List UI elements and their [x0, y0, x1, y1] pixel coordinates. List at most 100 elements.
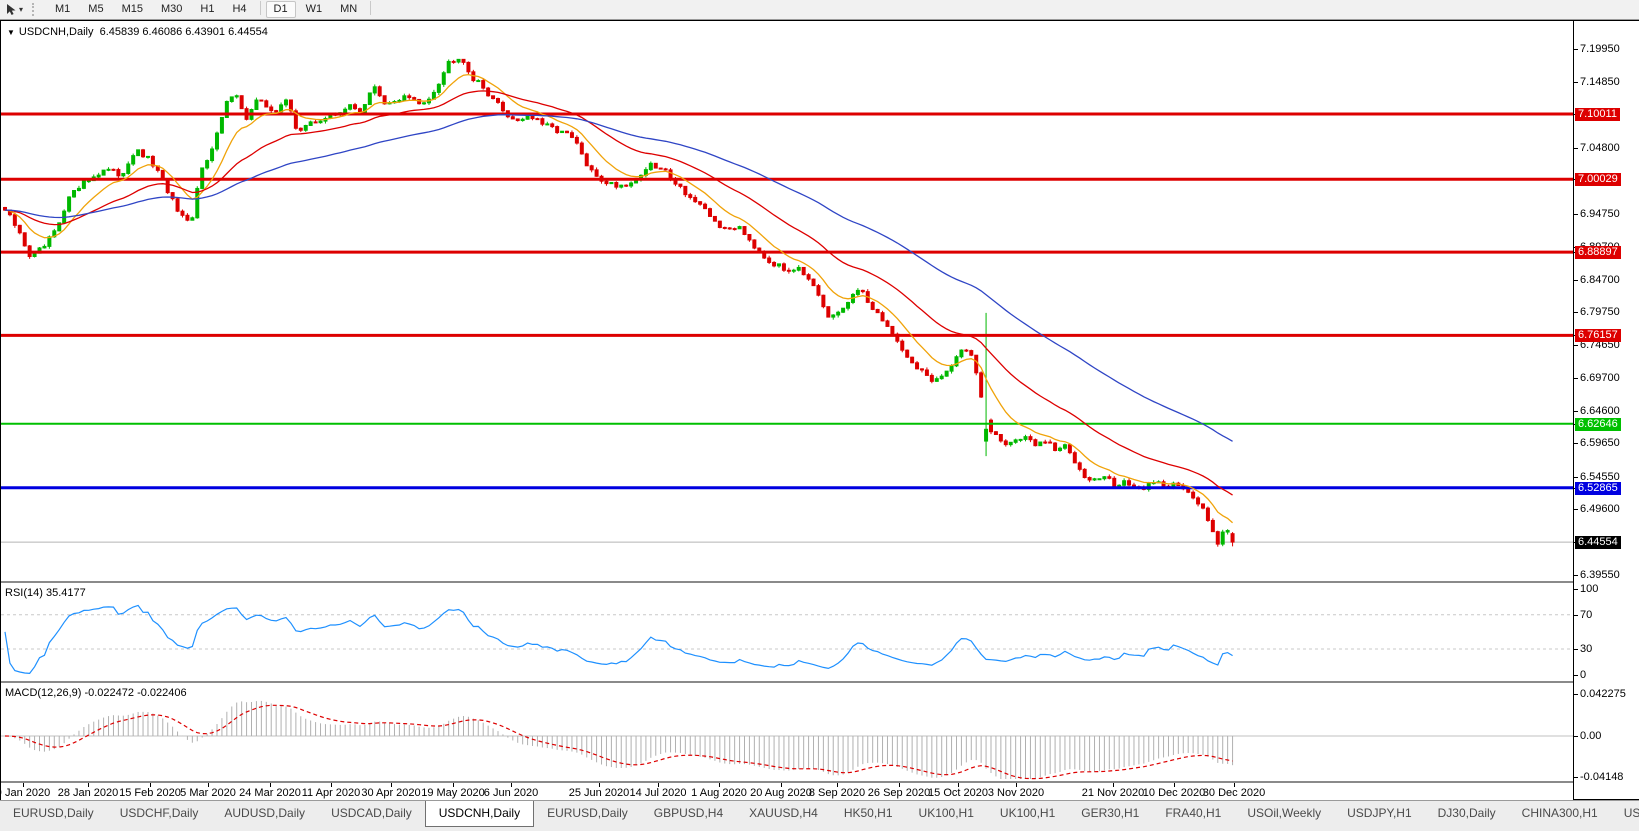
price-axis-tick [1574, 82, 1578, 83]
candle-body [1028, 436, 1033, 441]
candle-body [303, 124, 308, 131]
candle-body [367, 92, 372, 106]
candle-body [658, 167, 663, 170]
chart-tab-fra40-h1[interactable]: FRA40,H1 [1152, 801, 1234, 827]
candle-body [476, 80, 481, 83]
candle-body [22, 232, 27, 247]
date-axis-label: 26 Sep 2020 [867, 787, 931, 799]
candle-body [767, 257, 772, 263]
timeframe-button-M30[interactable]: M30 [153, 1, 190, 18]
chart-tab-audusd-daily[interactable]: AUDUSD,Daily [211, 801, 318, 827]
chart-tab-china300-h1[interactable]: CHINA300,H1 [1509, 801, 1611, 827]
main-price-chart[interactable] [1, 21, 1573, 581]
candle-body [663, 168, 668, 171]
candle-body [791, 269, 796, 272]
price-axis-tick [1574, 694, 1578, 695]
toolbar-grip[interactable] [32, 3, 38, 16]
timeframe-button-M1[interactable]: M1 [47, 1, 78, 18]
candle-body [648, 162, 653, 171]
trading-terminal-window: ▾ M1 M5 M15 M30 H1 H4 D1 W1 MN ▼ USDCNH,Daily 6.4… [0, 0, 1639, 831]
candle-body [806, 274, 811, 280]
chart-tab-uk100-h1[interactable]: UK100,H1 [906, 801, 987, 827]
candle-body [934, 378, 939, 382]
candle-body [752, 239, 757, 249]
candle-body [998, 434, 1003, 442]
candle-body [298, 127, 303, 131]
timeframe-button-D1[interactable]: D1 [265, 1, 296, 18]
candle-body [1058, 447, 1063, 451]
chart-tab-ger30-h1[interactable]: GER30,H1 [1068, 801, 1152, 827]
moving-average-slow[interactable] [4, 114, 1233, 442]
candle-body [742, 226, 747, 235]
candle-body [274, 110, 279, 113]
timeframe-button-M5[interactable]: M5 [80, 1, 111, 18]
chart-tab-usdcad-daily[interactable]: USDCAD,Daily [318, 801, 425, 827]
date-axis-label: 9 Jan 2020 [0, 787, 51, 799]
collapse-chart-icon[interactable]: ▼ [7, 28, 15, 37]
chart-tab-dj30-daily[interactable]: DJ30,Daily [1425, 801, 1509, 827]
moving-average-mid[interactable] [4, 90, 1233, 496]
chart-tab-xauusd-h4[interactable]: XAUUSD,H4 [736, 801, 831, 827]
candle-body [1072, 452, 1077, 464]
candle-body [96, 174, 101, 178]
candle-body [1082, 468, 1087, 479]
candle-body [1008, 441, 1013, 446]
candle-body [496, 98, 500, 103]
cursor-tool-icon[interactable] [3, 2, 19, 17]
candle-body [353, 104, 358, 110]
date-axis-label: 30 Apr 2020 [361, 787, 421, 799]
timeframe-button-H4[interactable]: H4 [224, 1, 254, 18]
candle-body [880, 312, 885, 322]
chart-tab-usdjpy-h1[interactable]: USDJPY,H1 [1334, 801, 1424, 827]
date-axis-label: 24 Mar 2020 [239, 787, 301, 799]
candle-body [1215, 531, 1220, 545]
candle-body [205, 160, 210, 169]
candle-body [141, 149, 146, 158]
toolbar-separator [259, 1, 261, 15]
rsi-panel-separator[interactable] [1, 581, 1638, 583]
macd-label: MACD(12,26,9) -0.022472 -0.022406 [5, 687, 187, 699]
price-axis-tick [1574, 649, 1578, 650]
chart-tab-eurusd-daily[interactable]: EURUSD,Daily [534, 801, 641, 827]
chart-area[interactable]: ▼ USDCNH,Daily 6.45839 6.46086 6.43901 6.… [0, 20, 1639, 800]
price-axis-tick [1574, 589, 1578, 590]
date-axis-label: 25 Jun 2020 [568, 787, 630, 799]
candle-body [466, 61, 471, 73]
candle-body [550, 123, 555, 128]
chart-tab-usoil-weekly[interactable]: USOil,Weekly [1234, 801, 1334, 827]
candle-body [500, 101, 505, 112]
chart-tab-hk50-h1[interactable]: HK50,H1 [831, 801, 906, 827]
candle-body [239, 95, 244, 110]
rsi-indicator-panel [1, 604, 1573, 675]
timeframe-button-W1[interactable]: W1 [298, 1, 331, 18]
cursor-tool-dropdown-icon[interactable]: ▾ [19, 5, 23, 14]
candle-body [811, 278, 816, 287]
candle-body [422, 102, 427, 105]
candle-body [855, 289, 860, 295]
candle-body [254, 99, 259, 110]
chart-tab-eurusd-daily[interactable]: EURUSD,Daily [0, 801, 107, 827]
date-axis[interactable]: 9 Jan 2020 28 Jan 2020 15 Feb 2020 5 Mar 20… [0, 783, 1573, 800]
candle-body [801, 266, 806, 276]
candle-body [594, 169, 599, 177]
candle-body [565, 130, 570, 134]
price-axis[interactable]: 7.199507.148507.048006.947506.897006.847… [1573, 21, 1639, 799]
chart-tab-gbpusd-h4[interactable]: GBPUSD,H4 [641, 801, 736, 827]
candle-body [910, 356, 915, 364]
date-axis-label: 21 Nov 2020 [1081, 787, 1145, 799]
timeframe-button-H1[interactable]: H1 [192, 1, 222, 18]
timeframe-button-MN[interactable]: MN [332, 1, 365, 18]
candle-body [732, 228, 737, 231]
candle-body [989, 419, 993, 433]
chart-tab-usdchf-daily[interactable]: USDCHF,Daily [107, 801, 212, 827]
candle-body [510, 116, 515, 120]
candle-body [1122, 480, 1127, 486]
chart-tab-usoil[interactable]: USOil, [1611, 801, 1639, 827]
chart-tab-uk100-h1[interactable]: UK100,H1 [987, 801, 1068, 827]
candle-body [284, 99, 289, 106]
price-level-label: 6.88897 [1575, 246, 1621, 259]
macd-panel-separator[interactable] [1, 681, 1638, 683]
chart-tab-usdcnh-daily[interactable]: USDCNH,Daily [424, 801, 535, 827]
price-axis-label: 0 [1580, 669, 1587, 681]
timeframe-button-M15[interactable]: M15 [114, 1, 151, 18]
